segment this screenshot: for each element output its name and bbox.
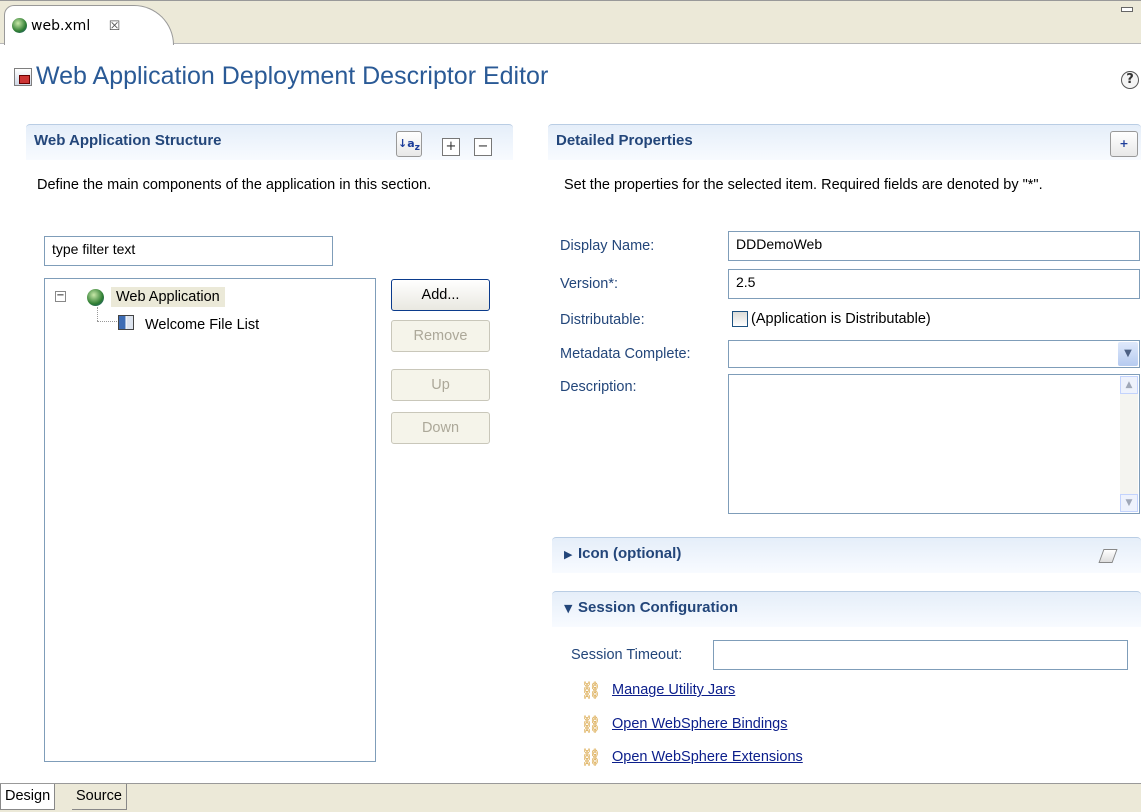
- link-chain-icon: ⛓: [580, 681, 602, 701]
- close-icon[interactable]: ☒: [109, 19, 121, 34]
- details-section-header: Detailed Properties: [548, 124, 1141, 160]
- tree-item-web-application[interactable]: Web Application: [111, 287, 225, 307]
- deployment-descriptor-icon: [14, 68, 32, 86]
- page-title-text: Web Application Deployment Descriptor Ed…: [36, 62, 549, 90]
- add-button[interactable]: Add...: [391, 279, 490, 311]
- manage-utility-jars-link[interactable]: Manage Utility Jars: [612, 682, 735, 698]
- session-section-title[interactable]: Session Configuration: [578, 599, 738, 616]
- tree-connector: [97, 321, 117, 322]
- structure-section-header: Web Application Structure: [26, 124, 513, 160]
- tree-connector: [97, 307, 98, 321]
- editor-tab-label: web.xml: [31, 18, 91, 34]
- globe-icon: [87, 289, 104, 306]
- metadata-complete-label: Metadata Complete:: [560, 346, 691, 362]
- sort-alphabetically-icon[interactable]: ↓az: [396, 131, 422, 157]
- session-section-header[interactable]: ▼ Session Configuration: [552, 591, 1141, 627]
- page-title: Web Application Deployment Descriptor Ed…: [14, 62, 548, 91]
- display-name-input[interactable]: DDDemoWeb: [728, 231, 1140, 261]
- collapse-all-icon[interactable]: −: [474, 138, 492, 156]
- editor-page-tabs: Design Source: [0, 783, 1141, 812]
- open-websphere-bindings-link[interactable]: Open WebSphere Bindings: [612, 716, 787, 732]
- icon-section-header[interactable]: ▶ Icon (optional): [552, 537, 1141, 573]
- open-websphere-extensions-link[interactable]: Open WebSphere Extensions: [612, 749, 803, 765]
- down-button[interactable]: Down: [391, 412, 490, 444]
- description-textarea[interactable]: ▲ ▼: [728, 374, 1140, 514]
- tree-collapse-icon[interactable]: −: [55, 291, 66, 302]
- expand-all-icon[interactable]: +: [442, 138, 460, 156]
- icon-section-title[interactable]: Icon (optional): [578, 545, 681, 562]
- display-name-label: Display Name:: [560, 238, 655, 254]
- version-label: Version*:: [560, 276, 619, 292]
- scroll-down-icon[interactable]: ▼: [1120, 494, 1138, 512]
- tree-filter-input[interactable]: type filter text: [44, 236, 333, 266]
- link-chain-icon: ⛓: [580, 748, 602, 768]
- book-icon: [118, 315, 134, 330]
- scroll-up-icon[interactable]: ▲: [1120, 376, 1138, 394]
- expand-arrow-icon[interactable]: ▶: [564, 548, 572, 561]
- help-icon[interactable]: ?: [1121, 71, 1139, 89]
- tree-item-welcome-file-list[interactable]: Welcome File List: [145, 317, 259, 333]
- description-label: Description:: [560, 379, 637, 395]
- up-button[interactable]: Up: [391, 369, 490, 401]
- session-timeout-input[interactable]: [713, 640, 1128, 670]
- distributable-checkbox[interactable]: [732, 311, 748, 327]
- maximize-section-icon[interactable]: +: [1110, 131, 1138, 157]
- tab-design[interactable]: Design: [0, 784, 56, 810]
- details-section-title: Detailed Properties: [556, 132, 693, 149]
- session-timeout-label: Session Timeout:: [571, 647, 683, 663]
- structure-section-title: Web Application Structure: [34, 132, 222, 149]
- editor-tab-bar: web.xml ☒: [0, 0, 1141, 45]
- globe-icon: [12, 18, 27, 33]
- details-description: Set the properties for the selected item…: [564, 177, 1043, 193]
- minimize-icon[interactable]: [1121, 7, 1133, 12]
- version-input[interactable]: 2.5: [728, 269, 1140, 299]
- link-chain-icon: ⛓: [580, 715, 602, 735]
- clear-icon[interactable]: [1098, 549, 1118, 563]
- remove-button[interactable]: Remove: [391, 320, 490, 352]
- collapse-arrow-icon[interactable]: ▼: [564, 602, 572, 615]
- editor-tab-web-xml[interactable]: web.xml ☒: [4, 5, 174, 45]
- chevron-down-icon[interactable]: ▼: [1118, 342, 1138, 366]
- metadata-complete-select[interactable]: ▼: [728, 340, 1140, 368]
- distributable-checkbox-label[interactable]: (Application is Distributable): [751, 311, 931, 327]
- structure-description: Define the main components of the applic…: [37, 177, 432, 193]
- tab-source[interactable]: Source: [72, 784, 127, 810]
- distributable-label: Distributable:: [560, 312, 645, 328]
- description-scrollbar[interactable]: ▲ ▼: [1120, 376, 1138, 512]
- structure-tree[interactable]: − Web Application Welcome File List: [44, 278, 376, 762]
